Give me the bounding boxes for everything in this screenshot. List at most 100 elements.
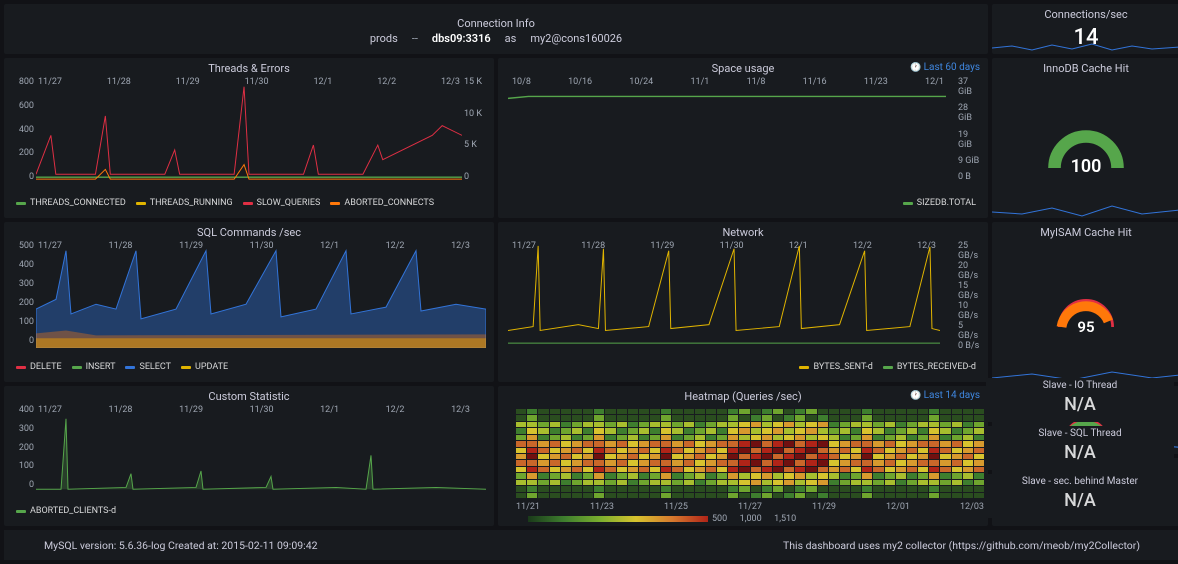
heatmap-cell xyxy=(516,409,526,414)
legend-item[interactable]: UPDATE xyxy=(181,362,228,372)
heatmap-cell xyxy=(628,460,638,465)
heatmap-cell xyxy=(762,486,772,491)
heatmap-cell xyxy=(795,435,805,440)
heatmap-cell xyxy=(639,448,649,453)
legend-item[interactable]: ABORTED_CLIENTS-d xyxy=(16,506,116,516)
heatmap-cell xyxy=(706,454,716,459)
connections-per-sec-panel[interactable]: Connections/sec 14 xyxy=(992,4,1178,54)
heatmap-cell xyxy=(873,415,883,420)
heatmap-cell xyxy=(840,460,850,465)
heatmap-cell xyxy=(617,448,627,453)
heatmap-panel[interactable]: Heatmap (Queries /sec) Last 14 days 11/2… xyxy=(498,386,988,526)
heatmap-cell xyxy=(940,460,950,465)
heatmap-cell xyxy=(538,435,548,440)
legend-label: BYTES_RECEIVED-d xyxy=(897,362,976,372)
slave-sql-panel[interactable]: Slave - SQL Thread N/A xyxy=(986,426,1174,470)
heatmap-cell xyxy=(840,415,850,420)
heatmap-cell xyxy=(940,428,950,433)
heatmap-cell xyxy=(672,467,682,472)
heatmap-cell xyxy=(952,473,962,478)
heatmap-cell xyxy=(594,415,604,420)
heatmap-cell xyxy=(728,422,738,427)
heatmap-cell xyxy=(527,493,537,498)
heatmap-cell xyxy=(818,467,828,472)
heatmap-cell xyxy=(572,422,582,427)
heatmap-cell xyxy=(561,460,571,465)
heatmap-cell xyxy=(851,480,861,485)
heatmap-cell xyxy=(739,493,749,498)
heatmap-cell xyxy=(918,493,928,498)
heatmap-cell xyxy=(628,441,638,446)
slave-io-panel[interactable]: Slave - IO Thread N/A xyxy=(986,378,1174,422)
heatmap-cell xyxy=(806,428,816,433)
heatmap-cell xyxy=(561,409,571,414)
myisam-cache-panel[interactable]: MyISAM Cache Hit 95 xyxy=(992,222,1178,382)
heatmap-scale: 500 1,000 1,510 xyxy=(528,514,796,524)
heatmap-cell xyxy=(873,454,883,459)
heatmap-cell xyxy=(795,441,805,446)
heatmap-cell xyxy=(784,467,794,472)
heatmap-cell xyxy=(952,441,962,446)
heatmap-cell xyxy=(795,480,805,485)
legend-item[interactable]: SLOW_QUERIES xyxy=(243,198,321,208)
network-panel[interactable]: Network 25 GB/s20 GB/s15 GB/s10 GB/s5 GB… xyxy=(498,222,988,382)
heatmap-cell xyxy=(974,486,984,491)
sql-commands-panel[interactable]: SQL Commands /sec 5004003002001000 11/27… xyxy=(4,222,494,382)
heatmap-cell xyxy=(963,486,973,491)
heatmap-cell xyxy=(695,428,705,433)
heatmap-cell xyxy=(583,493,593,498)
heatmap-cell xyxy=(963,493,973,498)
slave-behind-panel[interactable]: Slave - sec. behind Master N/A xyxy=(986,474,1174,518)
legend-item[interactable]: SELECT xyxy=(125,362,171,372)
legend-item[interactable]: THREADS_RUNNING xyxy=(136,198,233,208)
heatmap-cell xyxy=(695,415,705,420)
slave-io-title: Slave - IO Thread xyxy=(986,378,1174,393)
legend-item[interactable]: DELETE xyxy=(16,362,62,372)
heatmap-cell xyxy=(885,460,895,465)
legend-item[interactable]: THREADS_CONNECTED xyxy=(16,198,126,208)
heatmap-cell xyxy=(952,493,962,498)
heatmap-cell xyxy=(739,460,749,465)
heatmap-cell xyxy=(728,441,738,446)
legend-swatch xyxy=(16,510,26,513)
legend-item[interactable]: SIZEDB.TOTAL xyxy=(903,198,976,208)
legend-item[interactable]: BYTES_SENT-d xyxy=(799,362,872,372)
heatmap-cell xyxy=(594,467,604,472)
innodb-value: 100 xyxy=(1041,156,1131,177)
legend-item[interactable]: INSERT xyxy=(72,362,116,372)
heatmap-cell xyxy=(538,486,548,491)
heatmap-cell xyxy=(527,454,537,459)
heatmap-cell xyxy=(695,441,705,446)
heatmap-cell xyxy=(840,486,850,491)
custom-statistic-panel[interactable]: Custom Statistic 4003002001000 11/2711/2… xyxy=(4,386,494,526)
heatmap-cell xyxy=(918,480,928,485)
legend-item[interactable]: ABORTED_CONNECTS xyxy=(330,198,434,208)
threads-errors-panel[interactable]: Threads & Errors 800 600 400 200 0 15 K … xyxy=(4,58,494,218)
heatmap-cell xyxy=(527,480,537,485)
heatmap-cell xyxy=(684,486,694,491)
heatmap-cell xyxy=(717,422,727,427)
network-title: Network xyxy=(498,222,988,241)
heatmap-cell xyxy=(818,493,828,498)
heatmap-cell xyxy=(605,448,615,453)
space-usage-panel[interactable]: Space usage Last 60 days 37 GiB 28 GiB 1… xyxy=(498,58,988,218)
heatmap-cell xyxy=(885,473,895,478)
heatmap-cell xyxy=(974,441,984,446)
heatmap-cell xyxy=(717,467,727,472)
legend-item[interactable]: BYTES_RECEIVED-d xyxy=(883,362,976,372)
heatmap-cell xyxy=(929,422,939,427)
time-range-badge[interactable]: Last 14 days xyxy=(910,390,980,401)
heatmap-cell xyxy=(806,480,816,485)
heatmap-cell xyxy=(583,422,593,427)
heatmap-cell xyxy=(672,493,682,498)
heatmap-cell xyxy=(862,441,872,446)
heatmap-cell xyxy=(538,454,548,459)
innodb-cache-panel[interactable]: InnoDB Cache Hit 100 xyxy=(992,58,1178,218)
heatmap-cell xyxy=(617,435,627,440)
heatmap-cell xyxy=(896,422,906,427)
heatmap-cell xyxy=(583,473,593,478)
time-range-badge[interactable]: Last 60 days xyxy=(910,62,980,73)
slave-io-value: N/A xyxy=(986,393,1174,415)
heatmap-cell xyxy=(550,435,560,440)
heatmap-cell xyxy=(829,448,839,453)
